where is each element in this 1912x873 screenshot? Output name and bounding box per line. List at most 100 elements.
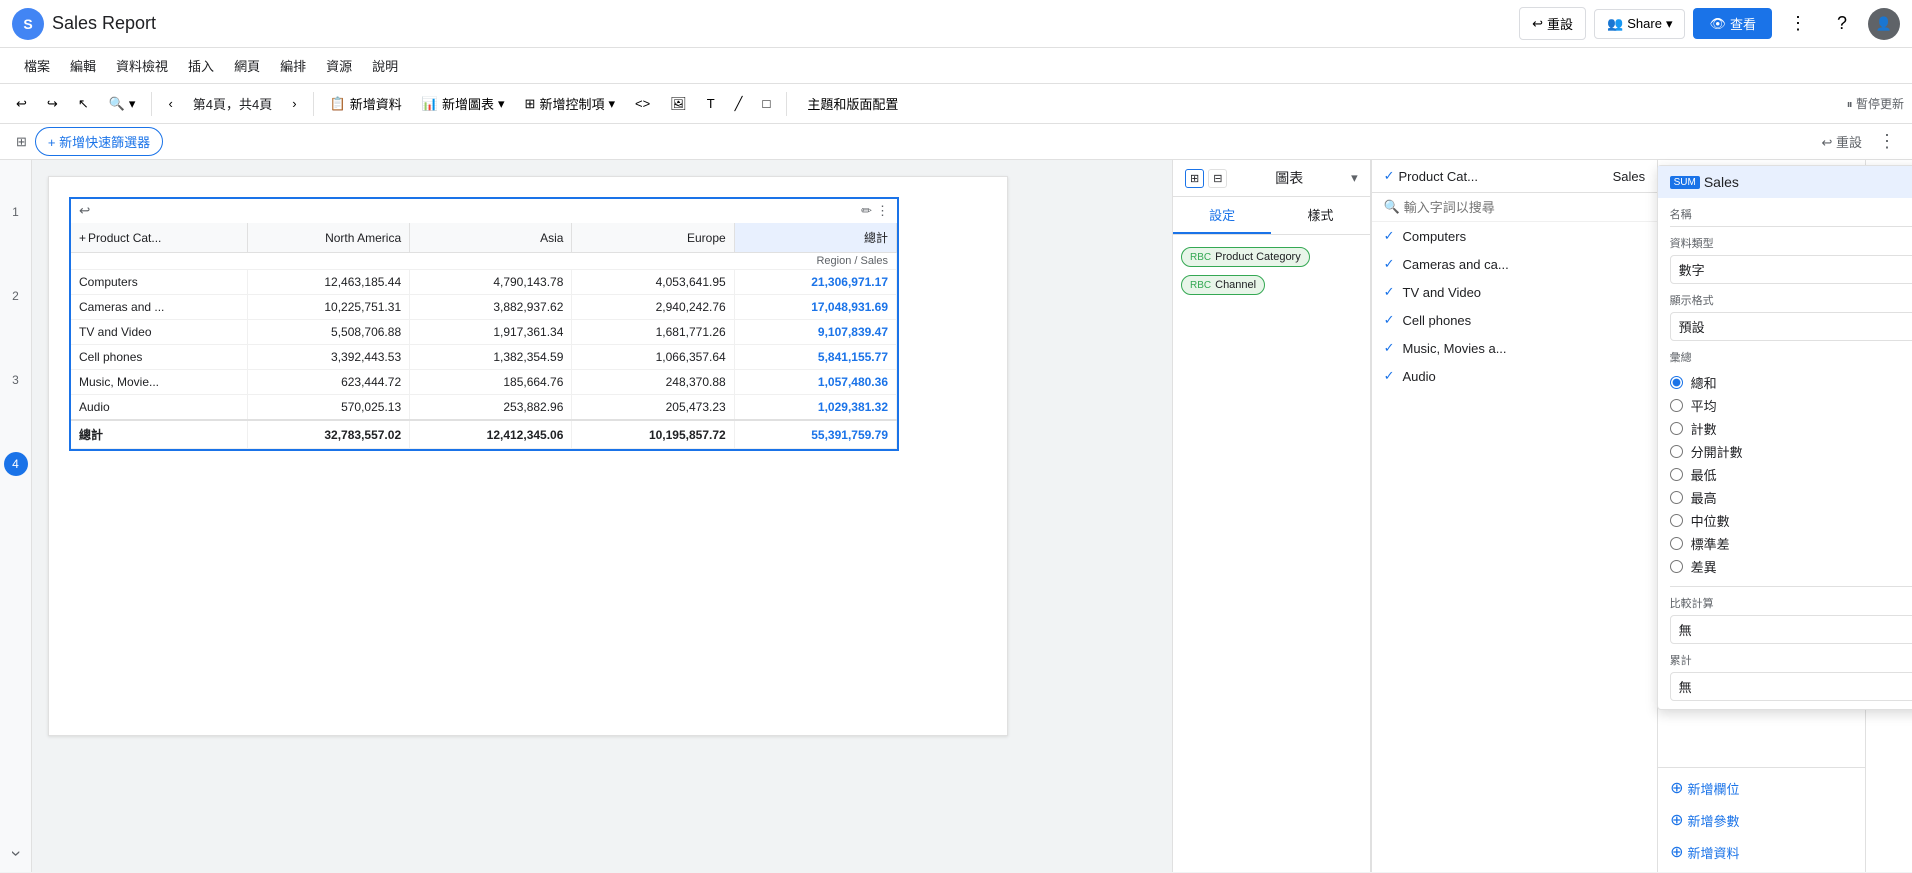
add-field-button[interactable]: ⊕ 新增欄位 — [1658, 772, 1864, 804]
radio-item[interactable]: 標準差 — [1670, 532, 1912, 555]
checkmark-icon: ✓ — [1384, 168, 1395, 184]
add-data-button[interactable]: ⊕ 新增資料 — [1658, 836, 1864, 868]
page-num-1[interactable]: 1 — [4, 200, 28, 224]
radio-input[interactable] — [1670, 422, 1683, 435]
dropdown-item[interactable]: ✓ Cell phones — [1372, 306, 1658, 334]
radio-input[interactable] — [1670, 560, 1683, 573]
radio-item[interactable]: 分開計數 — [1670, 440, 1912, 463]
table-row: Computers 12,463,185.44 4,790,143.78 4,0… — [71, 270, 897, 295]
dropdown-item[interactable]: ✓ Music, Movies a... — [1372, 334, 1658, 362]
add-chart-button[interactable]: 📊 新增圖表 ▾ — [414, 90, 513, 117]
menu-insert[interactable]: 插入 — [180, 52, 222, 79]
share-icon: 👥 — [1607, 16, 1623, 32]
menu-resources[interactable]: 資源 — [318, 52, 360, 79]
code-button[interactable]: <> — [627, 92, 658, 115]
table-more-icon[interactable]: ⋮ — [876, 203, 889, 219]
menu-file[interactable]: 檔案 — [16, 52, 58, 79]
add-controls-button[interactable]: ⊞ 新增控制項 ▾ — [517, 90, 623, 117]
chevron-down-icon: ▾ — [608, 96, 615, 112]
tab-style[interactable]: 樣式 — [1271, 197, 1369, 234]
dropdown-item[interactable]: ✓ Audio — [1372, 362, 1658, 390]
radio-item[interactable]: 差異 — [1670, 555, 1912, 578]
dropdown-item[interactable]: ✓ Computers — [1372, 222, 1658, 250]
radio-input[interactable] — [1670, 399, 1683, 412]
menu-data-view[interactable]: 資料檢視 — [108, 52, 176, 79]
page-num-2[interactable]: 2 — [4, 284, 28, 308]
add-param-button[interactable]: ⊕ 新增參數 — [1658, 804, 1864, 836]
radio-item[interactable]: 中位數 — [1670, 509, 1912, 532]
menu-help[interactable]: 說明 — [364, 52, 406, 79]
add-data-button[interactable]: 📋 新增資料 — [322, 90, 410, 117]
controls-icon: ⊞ — [525, 96, 536, 112]
page-nav-arrow[interactable]: › — [5, 851, 26, 857]
panel-tabs: 設定 樣式 — [1173, 197, 1370, 235]
add-data-icon: 📋 — [330, 96, 346, 112]
help-button[interactable]: ? — [1824, 6, 1860, 42]
table-icon[interactable]: ⊞ — [1185, 169, 1204, 188]
menu-arrange[interactable]: 編排 — [272, 52, 314, 79]
radio-label: 分開計數 — [1691, 442, 1743, 461]
product-category-chip: RBC Product Category — [1181, 243, 1362, 271]
more-button[interactable]: ⋮ — [1780, 6, 1816, 42]
page-num-4[interactable]: 4 — [4, 452, 28, 476]
undo-settings-icon[interactable]: ↩ 重設 — [1821, 132, 1862, 151]
shape-button[interactable]: □ — [754, 92, 778, 115]
image-button[interactable]: 🖼 — [662, 92, 695, 116]
radio-input[interactable] — [1670, 491, 1683, 504]
search-icon: 🔍 — [1384, 199, 1400, 215]
table-edit-icon[interactable]: ✏ — [861, 203, 872, 219]
dropdown-items-list: ✓ Computers ✓ Cameras and ca... ✓ TV and… — [1372, 222, 1658, 390]
chart-panel-expand-icon[interactable]: ▾ — [1351, 170, 1358, 186]
table-undo-button[interactable]: ↩ — [79, 203, 90, 219]
dropdown-search-input[interactable] — [1404, 200, 1645, 215]
radio-input[interactable] — [1670, 468, 1683, 481]
nav-prev-button[interactable]: ‹ — [160, 92, 180, 115]
radio-input[interactable] — [1670, 537, 1683, 550]
radio-item[interactable]: 計數 — [1670, 417, 1912, 440]
line-button[interactable]: ╱ — [727, 92, 751, 116]
radio-input[interactable] — [1670, 514, 1683, 527]
chart-type-icons: ⊞ ⊟ — [1185, 169, 1227, 188]
cell-total: 9,107,839.47 — [734, 320, 896, 345]
dropdown-item[interactable]: ✓ TV and Video — [1372, 278, 1658, 306]
field-editor-header: SUM Sales — [1658, 166, 1912, 198]
redo-tool-button[interactable]: ↪ — [39, 92, 66, 116]
undo-tool-button[interactable]: ↩ — [8, 92, 35, 116]
dropdown-item-label: Cell phones — [1403, 313, 1472, 328]
running-total-selector[interactable]: 無 ? ▾ — [1670, 672, 1912, 701]
share-button[interactable]: 👥 Share ▾ — [1594, 9, 1685, 39]
radio-item[interactable]: 最低 — [1670, 463, 1912, 486]
table-widget: ↩ ✏ ⋮ + Product Cat... — [69, 197, 899, 451]
comparison-selector[interactable]: 無 ▾ — [1670, 615, 1912, 644]
radio-item[interactable]: 最高 — [1670, 486, 1912, 509]
menu-edit[interactable]: 編輯 — [62, 52, 104, 79]
expand-icon[interactable]: + — [79, 231, 86, 245]
grid-icon[interactable]: ⊟ — [1208, 169, 1227, 188]
add-filter-button[interactable]: + 新增快速篩選器 — [35, 127, 163, 156]
nav-next-button[interactable]: › — [284, 92, 304, 115]
radio-input[interactable] — [1670, 376, 1683, 389]
radio-item[interactable]: 平均 — [1670, 394, 1912, 417]
col-header-europe: Europe — [572, 223, 734, 253]
undo-button[interactable]: ↩ 重設 — [1519, 7, 1586, 40]
dropdown-item-label: Audio — [1403, 369, 1436, 384]
radio-item[interactable]: 總和 — [1670, 371, 1912, 394]
page-num-3[interactable]: 3 — [4, 368, 28, 392]
menu-web[interactable]: 網頁 — [226, 52, 268, 79]
tab-settings[interactable]: 設定 — [1173, 197, 1271, 234]
avatar[interactable]: 👤 — [1868, 8, 1900, 40]
type-selector[interactable]: 數字 ▾ — [1670, 255, 1912, 284]
dropdown-item[interactable]: ✓ Cameras and ca... — [1372, 250, 1658, 278]
add-param-icon: ⊕ — [1670, 810, 1683, 830]
radio-input[interactable] — [1670, 445, 1683, 458]
cursor-tool-button[interactable]: ↖ — [70, 92, 97, 116]
textbox-button[interactable]: T — [699, 92, 723, 115]
dropdown-header: ✓ Product Cat... Sales — [1372, 160, 1658, 193]
zoom-tool-button[interactable]: 🔍 ▾ — [101, 92, 144, 116]
theme-button[interactable]: 主題和版面配置 — [795, 90, 910, 117]
format-selector[interactable]: 預設 ▾ — [1670, 312, 1912, 341]
undo-icon: ↩ — [1532, 16, 1543, 32]
channel-label: Channel — [1215, 279, 1256, 291]
settings-icon[interactable]: ⋮ — [1878, 131, 1896, 152]
view-button[interactable]: 👁 查看 — [1693, 8, 1772, 39]
